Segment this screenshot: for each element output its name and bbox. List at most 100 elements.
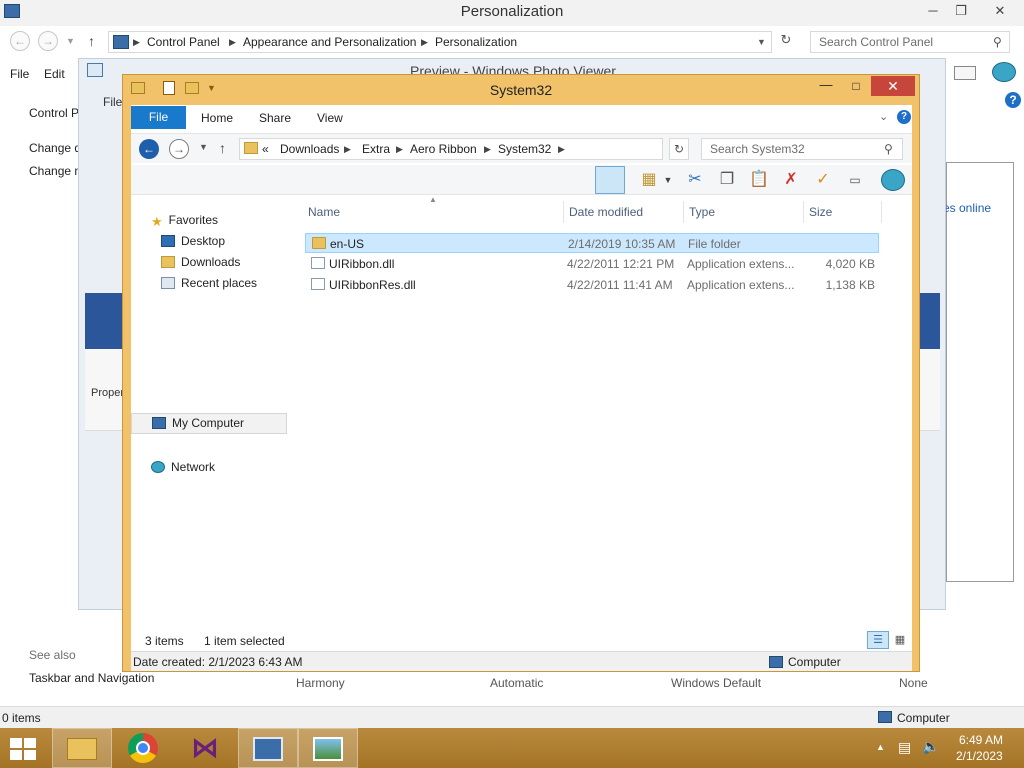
breadcrumb-system32[interactable]: System32 bbox=[498, 142, 551, 156]
taskbar-chrome[interactable] bbox=[114, 728, 174, 768]
up-icon[interactable]: ↑ bbox=[219, 140, 226, 156]
link-taskbar-navigation[interactable]: Taskbar and Navigation bbox=[29, 671, 154, 685]
file-row-en-us[interactable]: en-US 2/14/2019 10:35 AM File folder bbox=[305, 233, 879, 253]
link-control-panel-home[interactable]: Control P bbox=[29, 106, 79, 120]
nav-downloads[interactable]: Downloads bbox=[161, 255, 240, 275]
taskbar-photo-viewer[interactable] bbox=[298, 728, 358, 768]
globe-icon[interactable] bbox=[881, 169, 905, 191]
breadcrumb-control-panel[interactable]: Control Panel bbox=[147, 35, 220, 49]
computer-icon bbox=[878, 711, 892, 723]
explorer-command-toolbar: ▦ ▼ ✂ ❐ 📋 ✗ ✓ ▭ bbox=[131, 165, 912, 195]
breadcrumb-downloads[interactable]: Downloads bbox=[280, 142, 339, 156]
file-row-uiribbon-dll[interactable]: UIRibbon.dll 4/22/2011 12:21 PM Applicat… bbox=[305, 254, 879, 274]
refresh-icon[interactable]: ↻ bbox=[776, 32, 796, 54]
breadcrumb-extra[interactable]: Extra bbox=[362, 142, 390, 156]
file-name: UIRibbonRes.dll bbox=[329, 278, 416, 292]
theme-windows-default[interactable]: Windows Default bbox=[671, 676, 761, 690]
column-divider[interactable] bbox=[683, 201, 684, 223]
back-button[interactable]: ← bbox=[139, 139, 159, 159]
explorer-maximize-button[interactable]: □ bbox=[843, 79, 869, 97]
dll-file-icon bbox=[311, 278, 325, 290]
breadcrumb-aero-ribbon[interactable]: Aero Ribbon bbox=[410, 142, 477, 156]
back-button[interactable]: ← bbox=[10, 31, 30, 51]
help-icon[interactable]: ? bbox=[897, 110, 911, 124]
start-button[interactable] bbox=[8, 736, 38, 762]
tab-share[interactable]: Share bbox=[259, 111, 291, 125]
recent-locations-icon[interactable]: ▼ bbox=[199, 142, 208, 152]
menu-edit[interactable]: Edit bbox=[44, 67, 65, 81]
explorer-search[interactable]: Search System32 ⚲ bbox=[701, 138, 903, 160]
explorer-close-button[interactable]: ✕ bbox=[871, 76, 915, 96]
explorer-address-bar[interactable]: « Downloads ▶ Extra ▶ Aero Ribbon ▶ Syst… bbox=[239, 138, 772, 160]
properties-button[interactable]: Proper bbox=[91, 387, 124, 399]
paste-icon[interactable]: 📋 bbox=[747, 169, 771, 191]
breadcrumb-appearance[interactable]: Appearance and Personalization bbox=[243, 35, 416, 49]
taskbar-file-explorer[interactable] bbox=[52, 728, 112, 768]
address-dropdown-icon[interactable]: ▼ bbox=[757, 37, 766, 47]
nav-my-computer[interactable]: My Computer bbox=[131, 413, 287, 434]
nav-network[interactable]: Network bbox=[151, 460, 215, 480]
column-divider[interactable] bbox=[881, 201, 882, 223]
expand-ribbon-icon[interactable]: ⌄ bbox=[879, 110, 888, 123]
clock-time[interactable]: 6:49 AM bbox=[959, 733, 1003, 747]
folder-options-icon[interactable]: ▦ bbox=[637, 169, 661, 191]
theme-harmony[interactable]: Harmony bbox=[296, 676, 345, 690]
show-hidden-icons-icon[interactable]: ▲ bbox=[876, 742, 885, 752]
recent-places-icon bbox=[161, 277, 175, 289]
link-change-mouse[interactable]: Change m bbox=[29, 164, 84, 178]
nav-desktop[interactable]: Desktop bbox=[161, 234, 225, 254]
theme-none[interactable]: None bbox=[899, 676, 928, 690]
taskbar-visual-studio[interactable]: ⋈ bbox=[176, 728, 236, 768]
visual-studio-icon: ⋈ bbox=[191, 732, 219, 763]
network-icon[interactable]: ▤ bbox=[898, 739, 911, 756]
breadcrumb-separator: ▶ bbox=[421, 37, 428, 47]
rename-icon[interactable]: ▭ bbox=[843, 169, 867, 191]
column-header-name[interactable]: Name bbox=[308, 205, 340, 219]
close-button[interactable]: ✕ bbox=[980, 0, 1020, 22]
column-header-size[interactable]: Size bbox=[809, 205, 832, 219]
column-header-date[interactable]: Date modified bbox=[569, 205, 643, 219]
tab-home[interactable]: Home bbox=[201, 111, 233, 125]
clock-date[interactable]: 2/1/2023 bbox=[956, 749, 1003, 763]
breadcrumb-overflow[interactable]: « bbox=[262, 142, 269, 156]
tab-view[interactable]: View bbox=[317, 111, 343, 125]
theme-automatic[interactable]: Automatic bbox=[490, 676, 543, 690]
recent-pages-icon[interactable]: ▼ bbox=[66, 36, 75, 46]
link-themes-online[interactable]: es online bbox=[943, 201, 991, 215]
check-icon[interactable]: ✓ bbox=[811, 169, 835, 191]
forward-button[interactable]: → bbox=[169, 139, 189, 159]
menu-file[interactable]: File bbox=[10, 67, 29, 81]
details-view-icon[interactable]: ☰ bbox=[867, 631, 889, 649]
volume-icon[interactable]: 🔈 bbox=[922, 738, 939, 755]
column-divider[interactable] bbox=[803, 201, 804, 223]
preview-pane-icon[interactable] bbox=[595, 166, 625, 194]
nav-downloads-label: Downloads bbox=[181, 255, 241, 269]
explorer-statusbar: 3 items 1 item selected ☰ ▦ bbox=[131, 629, 912, 651]
maximize-button[interactable]: ❐ bbox=[946, 0, 976, 22]
minimize-button[interactable]: ─ bbox=[918, 0, 948, 22]
delete-icon[interactable]: ✗ bbox=[779, 169, 803, 191]
breadcrumb-personalization[interactable]: Personalization bbox=[435, 35, 517, 49]
explorer-minimize-button[interactable]: — bbox=[813, 77, 839, 95]
help-icon[interactable]: ? bbox=[1005, 92, 1021, 108]
cut-icon[interactable]: ✂ bbox=[683, 169, 707, 191]
large-icons-view-icon[interactable]: ▦ bbox=[891, 631, 909, 649]
photo-viewer-menu-file[interactable]: File bbox=[103, 95, 122, 109]
nav-favorites[interactable]: ★ Favorites bbox=[151, 213, 218, 233]
link-change-desktop[interactable]: Change d bbox=[29, 141, 81, 155]
up-icon[interactable]: ↑ bbox=[88, 33, 95, 49]
copy-icon[interactable]: ❐ bbox=[715, 169, 739, 191]
column-header-type[interactable]: Type bbox=[689, 205, 715, 219]
column-divider[interactable] bbox=[563, 201, 564, 223]
personalization-address-bar[interactable]: ▶ Control Panel ▶ Appearance and Persona… bbox=[108, 31, 772, 53]
layout-icon[interactable] bbox=[954, 66, 976, 80]
taskbar-control-panel[interactable] bbox=[238, 728, 298, 768]
refresh-icon[interactable]: ↻ bbox=[669, 138, 689, 160]
control-panel-search[interactable]: Search Control Panel ⚲ bbox=[810, 31, 1010, 53]
tab-file[interactable]: File bbox=[131, 106, 186, 129]
globe-icon[interactable] bbox=[992, 62, 1016, 82]
file-row-uiribbonres-dll[interactable]: UIRibbonRes.dll 4/22/2011 11:41 AM Appli… bbox=[305, 275, 879, 295]
nav-recent-places[interactable]: Recent places bbox=[161, 276, 257, 296]
forward-button[interactable]: → bbox=[38, 31, 58, 51]
folder-options-dropdown-icon[interactable]: ▼ bbox=[661, 169, 675, 191]
